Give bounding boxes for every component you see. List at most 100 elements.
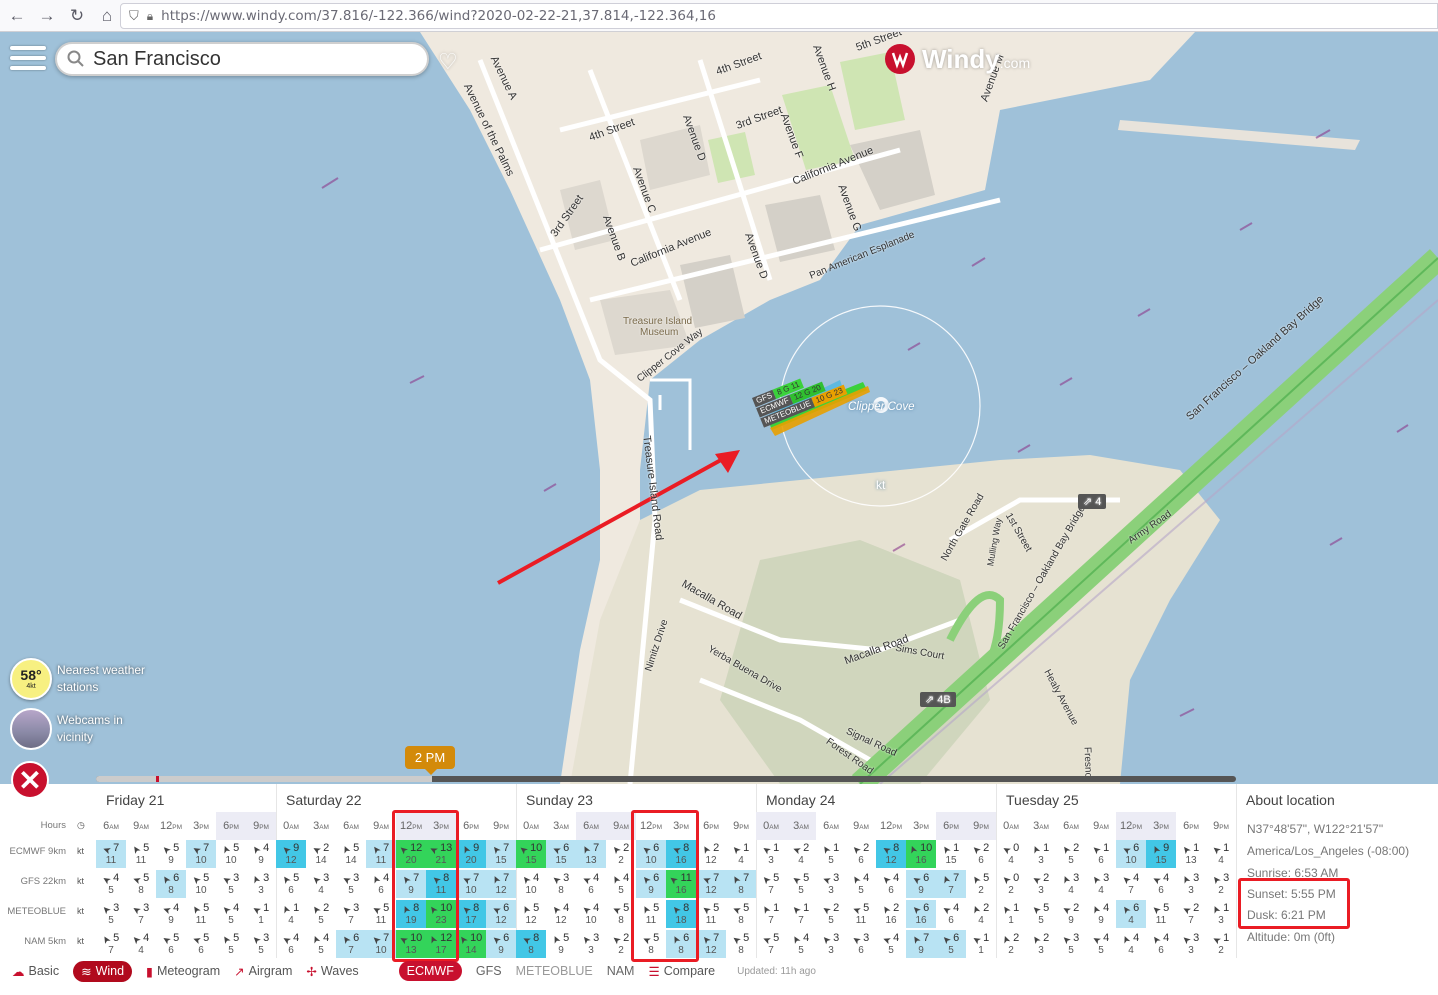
forecast-cell[interactable]: ➤7 13 bbox=[576, 840, 606, 868]
forecast-cell[interactable]: ➤3 3 bbox=[816, 870, 846, 898]
temperature-badge[interactable]: 58° 4kt bbox=[10, 658, 52, 700]
timeline-bar[interactable] bbox=[96, 776, 1236, 782]
favorite-heart-icon[interactable]: ♡ bbox=[438, 49, 458, 75]
forecast-cell[interactable]: ➤1 4 bbox=[1206, 840, 1236, 868]
forecast-cell[interactable]: ➤1 1 bbox=[246, 900, 276, 928]
windy-logo[interactable]: Windy .com bbox=[884, 43, 1030, 75]
menu-button[interactable] bbox=[10, 46, 46, 74]
forecast-cell[interactable]: ➤2 4 bbox=[786, 840, 816, 868]
forecast-cell[interactable]: ➤1 7 bbox=[756, 900, 786, 928]
forecast-cell[interactable]: ➤5 11 bbox=[126, 840, 156, 868]
close-icon[interactable]: ✕ bbox=[11, 761, 49, 799]
forecast-cell[interactable]: ➤7 12 bbox=[696, 870, 726, 898]
forecast-cell[interactable]: ➤6 4 bbox=[1116, 900, 1146, 928]
search-input[interactable]: San Francisco bbox=[55, 42, 429, 76]
forecast-cell[interactable]: ➤0 4 bbox=[996, 840, 1026, 868]
forecast-cell[interactable]: ➤1 15 bbox=[936, 840, 966, 868]
forecast-cell[interactable]: ➤4 6 bbox=[1146, 870, 1176, 898]
forecast-cell[interactable]: ➤6 8 bbox=[156, 870, 186, 898]
forecast-cell[interactable]: ➤2 6 bbox=[846, 840, 876, 868]
forecast-cell[interactable]: ➤4 10 bbox=[516, 870, 546, 898]
forecast-cell[interactable]: ➤4 9 bbox=[246, 840, 276, 868]
forecast-cell[interactable]: ➤6 10 bbox=[1116, 840, 1146, 868]
forecast-cell[interactable]: ➤4 6 bbox=[576, 870, 606, 898]
forecast-cell[interactable]: ➤8 8 bbox=[516, 930, 546, 958]
forecast-cell[interactable]: ➤3 6 bbox=[846, 930, 876, 958]
forecast-cell[interactable]: ➤5 5 bbox=[1026, 900, 1056, 928]
forecast-cell[interactable]: ➤1 1 bbox=[996, 900, 1026, 928]
forecast-cell[interactable]: ➤5 5 bbox=[216, 930, 246, 958]
forecast-cell[interactable]: ➤3 3 bbox=[1176, 870, 1206, 898]
forecast-cell[interactable]: ➤9 12 bbox=[276, 840, 306, 868]
forecast-cell[interactable]: ➤5 10 bbox=[216, 840, 246, 868]
forecast-cell[interactable]: ➤5 6 bbox=[156, 930, 186, 958]
webcams-label[interactable]: Webcams in vicinity bbox=[57, 712, 123, 746]
forecast-cell[interactable]: ➤6 15 bbox=[546, 840, 576, 868]
forecast-cell[interactable]: ➤4 7 bbox=[1116, 870, 1146, 898]
forecast-cell[interactable]: ➤1 3 bbox=[1206, 900, 1236, 928]
forecast-cell[interactable]: ➤3 5 bbox=[336, 870, 366, 898]
forecast-cell[interactable]: ➤7 10 bbox=[456, 870, 486, 898]
forecast-cell[interactable]: ➤1 6 bbox=[1086, 840, 1116, 868]
forecast-cell[interactable]: ➤4 4 bbox=[1116, 930, 1146, 958]
forecast-cell[interactable]: ➤4 5 bbox=[306, 930, 336, 958]
tab-basic[interactable]: ☁ Basic bbox=[12, 964, 59, 979]
tab-airgram[interactable]: ↗ Airgram bbox=[234, 964, 292, 979]
forecast-cell[interactable]: ➤2 14 bbox=[306, 840, 336, 868]
forecast-cell[interactable]: ➤5 11 bbox=[846, 900, 876, 928]
tab-wind[interactable]: ≋ Wind bbox=[73, 960, 133, 982]
forecast-cell[interactable]: ➤5 11 bbox=[186, 900, 216, 928]
forecast-cell[interactable]: ➤5 9 bbox=[156, 840, 186, 868]
tab-waves[interactable]: ✢ Waves bbox=[306, 964, 358, 979]
forecast-cell[interactable]: ➤8 17 bbox=[456, 900, 486, 928]
forecast-cell[interactable]: ➤5 7 bbox=[756, 930, 786, 958]
webcam-thumbnail[interactable] bbox=[10, 708, 52, 750]
forecast-cell[interactable]: ➤4 5 bbox=[876, 930, 906, 958]
forecast-cell[interactable]: ➤5 11 bbox=[1146, 900, 1176, 928]
forecast-cell[interactable]: ➤4 5 bbox=[1086, 930, 1116, 958]
forecast-cell[interactable]: ➤5 2 bbox=[966, 870, 996, 898]
forecast-cell[interactable]: ➤7 9 bbox=[906, 930, 936, 958]
forecast-cell[interactable]: ➤3 3 bbox=[816, 930, 846, 958]
forecast-cell[interactable]: ➤7 8 bbox=[726, 870, 756, 898]
model-ecmwf[interactable]: ECMWF bbox=[398, 961, 462, 981]
forecast-cell[interactable]: ➤4 4 bbox=[126, 930, 156, 958]
reload-icon[interactable]: ↻ bbox=[64, 3, 90, 29]
forecast-cell[interactable]: ➤1 3 bbox=[1026, 840, 1056, 868]
forecast-cell[interactable]: ➤4 6 bbox=[876, 870, 906, 898]
forecast-cell[interactable]: ➤2 5 bbox=[306, 900, 336, 928]
forecast-cell[interactable]: ➤6 5 bbox=[936, 930, 966, 958]
forecast-cell[interactable]: ➤5 12 bbox=[516, 900, 546, 928]
webcams[interactable]: Webcams in vicinity bbox=[10, 708, 123, 750]
forecast-cell[interactable]: ➤3 3 bbox=[576, 930, 606, 958]
home-icon[interactable]: ⌂ bbox=[94, 3, 120, 29]
forecast-cell[interactable]: ➤3 4 bbox=[1056, 870, 1086, 898]
forecast-cell[interactable]: ➤1 5 bbox=[816, 840, 846, 868]
forecast-cell[interactable]: ➤2 2 bbox=[996, 930, 1026, 958]
forecast-cell[interactable]: ➤3 5 bbox=[216, 870, 246, 898]
forecast-cell[interactable]: ➤6 16 bbox=[906, 900, 936, 928]
forecast-cell[interactable]: ➤3 5 bbox=[96, 900, 126, 928]
forecast-cell[interactable]: ➤2 7 bbox=[1176, 900, 1206, 928]
back-icon[interactable]: ← bbox=[4, 3, 30, 29]
forecast-cell[interactable]: ➤1 7 bbox=[786, 900, 816, 928]
url-bar[interactable]: ⛉ 🔒︎ https://www.windy.com/37.816/-122.3… bbox=[120, 3, 1438, 29]
nearest-label[interactable]: Nearest weather stations bbox=[57, 662, 145, 696]
forecast-cell[interactable]: ➤4 5 bbox=[216, 900, 246, 928]
forecast-cell[interactable]: ➤2 12 bbox=[696, 840, 726, 868]
forecast-cell[interactable]: ➤6 12 bbox=[486, 900, 516, 928]
forecast-cell[interactable]: ➤5 8 bbox=[126, 870, 156, 898]
forecast-cell[interactable]: ➤7 11 bbox=[96, 840, 126, 868]
forecast-cell[interactable]: ➤6 7 bbox=[336, 930, 366, 958]
tab-meteogram[interactable]: ▮ Meteogram bbox=[146, 964, 220, 979]
map-view[interactable]: Avenue A Avenue of the Palms 4th Street … bbox=[0, 32, 1438, 784]
forecast-cell[interactable]: ➤4 5 bbox=[786, 930, 816, 958]
forecast-cell[interactable]: ➤4 6 bbox=[936, 900, 966, 928]
forecast-cell[interactable]: ➤1 1 bbox=[966, 930, 996, 958]
model-gfs[interactable]: GFS bbox=[476, 964, 502, 978]
forecast-cell[interactable]: ➤5 11 bbox=[696, 900, 726, 928]
time-bubble[interactable]: 2 PM bbox=[405, 746, 455, 775]
forecast-cell[interactable]: ➤3 4 bbox=[1086, 870, 1116, 898]
forecast-cell[interactable]: ➤4 12 bbox=[546, 900, 576, 928]
forecast-cell[interactable]: ➤0 2 bbox=[996, 870, 1026, 898]
